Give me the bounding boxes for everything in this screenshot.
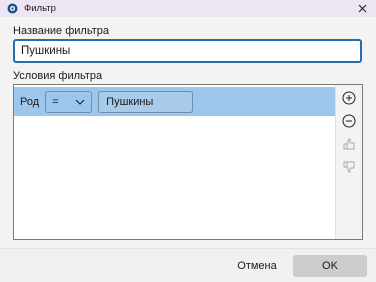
move-down-button[interactable] (341, 159, 357, 175)
plus-circle-icon (342, 91, 356, 105)
close-button[interactable] (348, 0, 376, 17)
conditions-panel: Род = Пушкины (13, 84, 363, 240)
condition-value-input[interactable]: Пушкины (98, 90, 194, 113)
condition-row[interactable]: Род = Пушкины (14, 87, 336, 116)
move-up-button[interactable] (341, 136, 357, 152)
filter-name-label: Название фильтра (13, 25, 109, 37)
condition-value-text: Пушкины (106, 95, 154, 108)
chevron-down-icon (75, 98, 85, 106)
operator-select[interactable]: = (45, 90, 93, 113)
remove-condition-button[interactable] (341, 113, 357, 129)
condition-field-label: Род (20, 95, 40, 108)
app-logo-icon (7, 3, 18, 14)
ok-button[interactable]: OK (293, 255, 367, 277)
cancel-button[interactable]: Отмена (228, 255, 286, 277)
thumb-down-icon (343, 161, 355, 173)
thumb-up-icon (343, 138, 355, 150)
window-title: Фильтр (24, 3, 56, 14)
conditions-list[interactable]: Род = Пушкины (14, 85, 336, 239)
title-bar: Фильтр (0, 0, 376, 17)
minus-circle-icon (342, 114, 356, 128)
conditions-toolbar (335, 85, 362, 239)
operator-value: = (52, 95, 59, 108)
filter-conditions-label: Условия фильтра (13, 70, 103, 82)
dialog-footer: Отмена OK (0, 248, 376, 282)
add-condition-button[interactable] (341, 90, 357, 106)
close-icon (358, 4, 366, 13)
filter-name-input[interactable] (13, 39, 362, 63)
